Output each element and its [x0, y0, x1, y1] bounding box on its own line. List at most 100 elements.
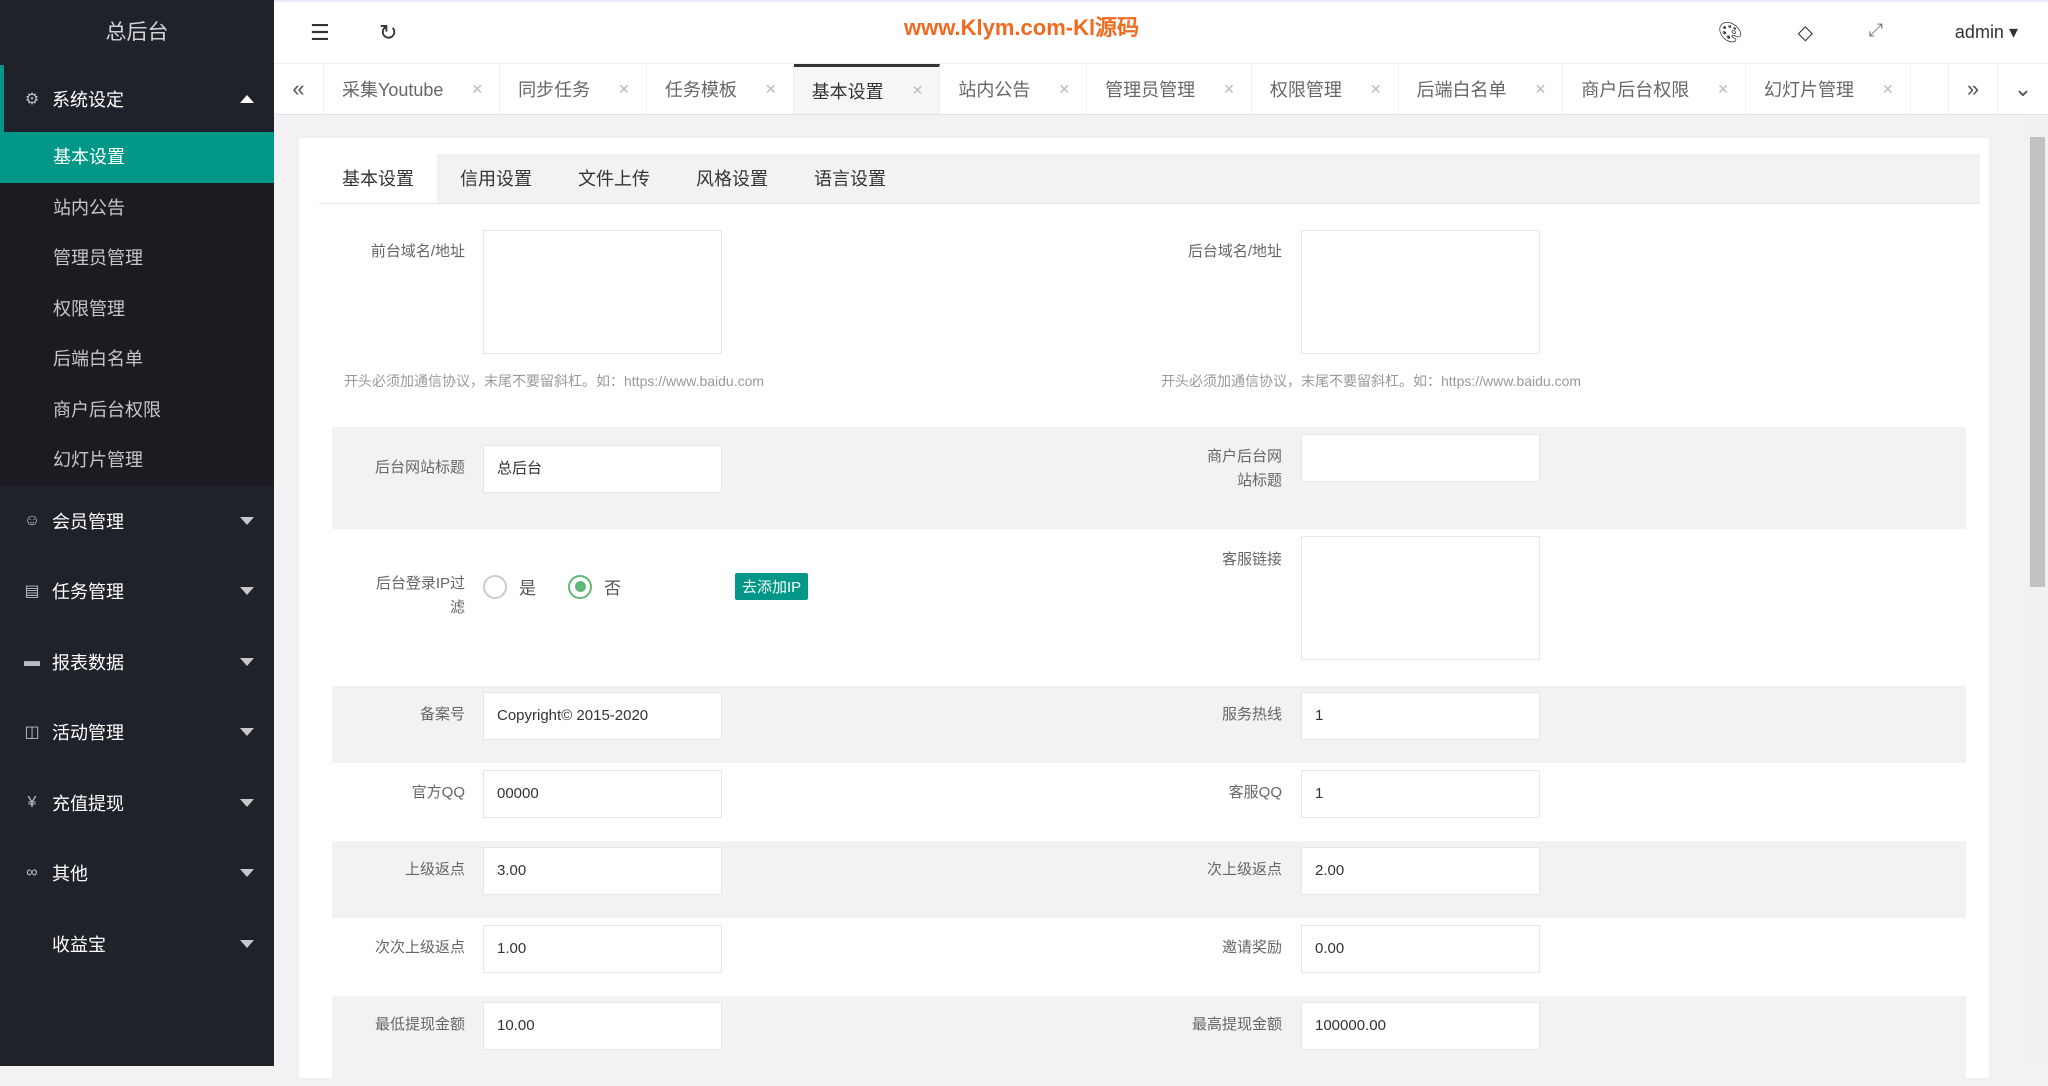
qq-input[interactable]: 00000 — [483, 770, 722, 818]
tab[interactable]: 后端白名单 ✕ — [1399, 64, 1564, 114]
rebate3-label: 次次上级返点 — [374, 939, 465, 956]
service-link-label: 客服链接 — [1221, 551, 1282, 568]
book-icon: ◫ — [24, 724, 40, 742]
min-withdraw-input[interactable]: 10.00 — [483, 1002, 722, 1050]
site-title-input[interactable]: 总后台 — [483, 445, 722, 493]
close-icon[interactable]: ✕ — [1717, 81, 1729, 98]
tab-bar: « 采集Youtube ✕ 同步任务 ✕ 任务模板 ✕ 基本设置 ✕ 站内公告 ✕ 管理员… — [274, 63, 2048, 115]
caret-down-icon — [240, 869, 254, 878]
palette-icon[interactable]: 🎨︎ — [1718, 20, 1743, 45]
logo: 总后台 — [105, 21, 169, 44]
sidebar-group[interactable]: ¥ 充值提现 — [0, 768, 274, 839]
menu-collapse-icon[interactable]: ☰ — [310, 20, 330, 46]
service-qq-label: 客服QQ — [1228, 784, 1282, 801]
add-ip-button[interactable]: 去添加IP — [735, 573, 809, 600]
scrollbar-thumb[interactable] — [2030, 137, 2045, 587]
close-icon[interactable]: ✕ — [1058, 81, 1070, 98]
caret-up-icon — [240, 94, 254, 103]
rebate2-input[interactable]: 2.00 — [1301, 847, 1540, 895]
group-label: 报表数据 — [52, 652, 124, 673]
chat-icon: ▬ — [24, 652, 40, 670]
inner-tab[interactable]: 语言设置 — [791, 154, 909, 203]
tab[interactable]: 站内公告 ✕ — [940, 64, 1088, 114]
icp-label: 备案号 — [419, 706, 465, 723]
back-domain-label: 后台域名/地址 — [1187, 243, 1282, 260]
ip-filter-no-radio[interactable]: 否 — [568, 574, 621, 599]
tab-label: 同步任务 — [518, 80, 591, 100]
tag-icon[interactable]: ◇ — [1798, 20, 1813, 45]
tab[interactable]: 管理员管理 ✕ — [1087, 64, 1252, 114]
close-icon[interactable]: ✕ — [765, 81, 777, 98]
sidebar-group[interactable]: ▤ 任务管理 — [0, 556, 274, 627]
rebate2-label: 次上级返点 — [1206, 861, 1282, 878]
inner-tab[interactable]: 文件上传 — [555, 154, 673, 203]
tabs-prev-icon[interactable]: « — [274, 64, 324, 114]
caret-down-icon — [240, 657, 254, 666]
sidebar-item[interactable]: 商户后台权限 — [0, 385, 274, 436]
max-withdraw-input[interactable]: 100000.00 — [1301, 1002, 1540, 1050]
back-domain-textarea[interactable] — [1301, 230, 1540, 354]
sidebar-group[interactable]: ◫ 活动管理 — [0, 697, 274, 768]
settings-card: 基本设置 信用设置 文件上传 风格设置 语言设置 前台域名/地址 开头必须加通信… — [299, 138, 1989, 1086]
caret-down-icon — [240, 798, 254, 807]
max-withdraw-label: 最高提现金额 — [1191, 1016, 1282, 1033]
close-icon[interactable]: ✕ — [1882, 81, 1894, 98]
sidebar-item[interactable]: 站内公告 — [0, 183, 274, 234]
tab[interactable]: 同步任务 ✕ — [500, 64, 647, 114]
tab-label: 管理员管理 — [1105, 80, 1196, 100]
close-icon[interactable]: ✕ — [618, 81, 630, 98]
close-icon[interactable]: ✕ — [1370, 81, 1382, 98]
icp-input[interactable]: Copyright© 2015-2020 — [483, 692, 722, 740]
refresh-icon[interactable]: ↻ — [379, 20, 397, 46]
sidebar-group[interactable]: ☺ 会员管理 — [0, 486, 274, 557]
tabs-dropdown-icon[interactable]: ⌄ — [1998, 64, 2048, 114]
radio-label: 否 — [604, 579, 621, 598]
hotline-input[interactable]: 1 — [1301, 692, 1540, 740]
site-title-label: 后台网站标题 — [374, 459, 465, 476]
sidebar-item[interactable]: 后端白名单 — [0, 334, 274, 385]
sidebar-group[interactable]: 收益宝 — [0, 909, 274, 980]
invite-input[interactable]: 0.00 — [1301, 925, 1540, 973]
inner-tabs: 基本设置 信用设置 文件上传 风格设置 语言设置 — [319, 154, 1980, 204]
tab-label: 商户后台权限 — [1581, 80, 1690, 100]
tab[interactable]: 商户后台权限 ✕ — [1563, 64, 1747, 114]
watermark: www.Klym.com-Kl源码 — [904, 15, 1140, 40]
service-qq-input[interactable]: 1 — [1301, 770, 1540, 818]
tab[interactable]: 采集Youtube ✕ — [324, 64, 501, 114]
user-menu[interactable]: admin ▾ — [1955, 22, 2018, 43]
tab[interactable]: 权限管理 ✕ — [1252, 64, 1399, 114]
sidebar-group-system[interactable]: ⚙ 系统设定 — [0, 65, 274, 132]
invite-label: 邀请奖励 — [1221, 939, 1282, 956]
sidebar-group[interactable]: ▬ 报表数据 — [0, 627, 274, 698]
sidebar-item[interactable]: 幻灯片管理 — [0, 435, 274, 486]
rebate3-input[interactable]: 1.00 — [483, 925, 722, 973]
inner-tab[interactable]: 信用设置 — [437, 154, 555, 203]
tab-label: 基本设置 — [811, 81, 884, 102]
ip-filter-yes-radio[interactable]: 是 — [483, 574, 536, 599]
top-bar: ☰ ↻ www.Klym.com-Kl源码 🎨︎ ◇ ⤢ admin ▾ — [274, 0, 2048, 63]
tab[interactable]: 幻灯片管理 ✕ — [1746, 64, 1911, 114]
tab-active[interactable]: 基本设置 ✕ — [793, 64, 941, 114]
fullscreen-icon[interactable]: ⤢ — [1869, 20, 1883, 41]
inner-tab-basic[interactable]: 基本设置 — [319, 154, 437, 203]
merchant-title-input[interactable] — [1301, 434, 1540, 482]
sidebar-item[interactable]: 管理员管理 — [0, 233, 274, 284]
inner-tab[interactable]: 风格设置 — [673, 154, 791, 203]
hotline-label: 服务热线 — [1221, 706, 1282, 723]
close-icon[interactable]: ✕ — [1535, 81, 1547, 98]
caret-down-icon — [240, 728, 254, 737]
front-domain-textarea[interactable] — [483, 230, 722, 354]
scrollbar[interactable] — [2027, 115, 2048, 1066]
close-icon[interactable]: ✕ — [471, 81, 483, 98]
sidebar-group[interactable]: ∞ 其他 — [0, 838, 274, 909]
close-icon[interactable]: ✕ — [912, 82, 924, 99]
sidebar-item-basic[interactable]: 基本设置 — [0, 132, 274, 183]
group-label: 收益宝 — [52, 934, 106, 955]
front-domain-label: 前台域名/地址 — [370, 243, 465, 260]
sidebar-item[interactable]: 权限管理 — [0, 284, 274, 335]
tab[interactable]: 任务模板 ✕ — [647, 64, 794, 114]
service-link-textarea[interactable] — [1301, 536, 1540, 660]
close-icon[interactable]: ✕ — [1223, 81, 1235, 98]
tabs-next-icon[interactable]: » — [1948, 64, 1998, 114]
rebate1-input[interactable]: 3.00 — [483, 847, 722, 895]
